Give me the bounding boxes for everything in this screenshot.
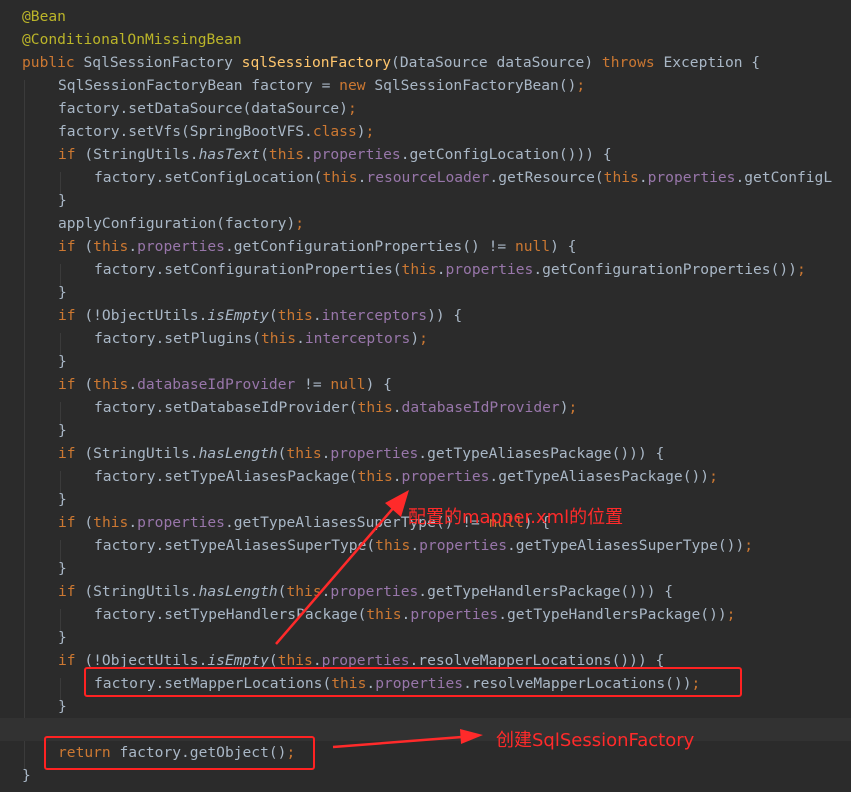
mapper-location-note: 配置的mapper.xml的位置 <box>408 507 624 528</box>
create-factory-note: 创建SqlSessionFactory <box>496 730 695 751</box>
annotation-arrows <box>275 490 483 749</box>
arrow-to-mapper-line <box>275 505 396 645</box>
arrow-head-icon <box>460 729 483 744</box>
arrow-to-factory-line <box>332 735 463 749</box>
